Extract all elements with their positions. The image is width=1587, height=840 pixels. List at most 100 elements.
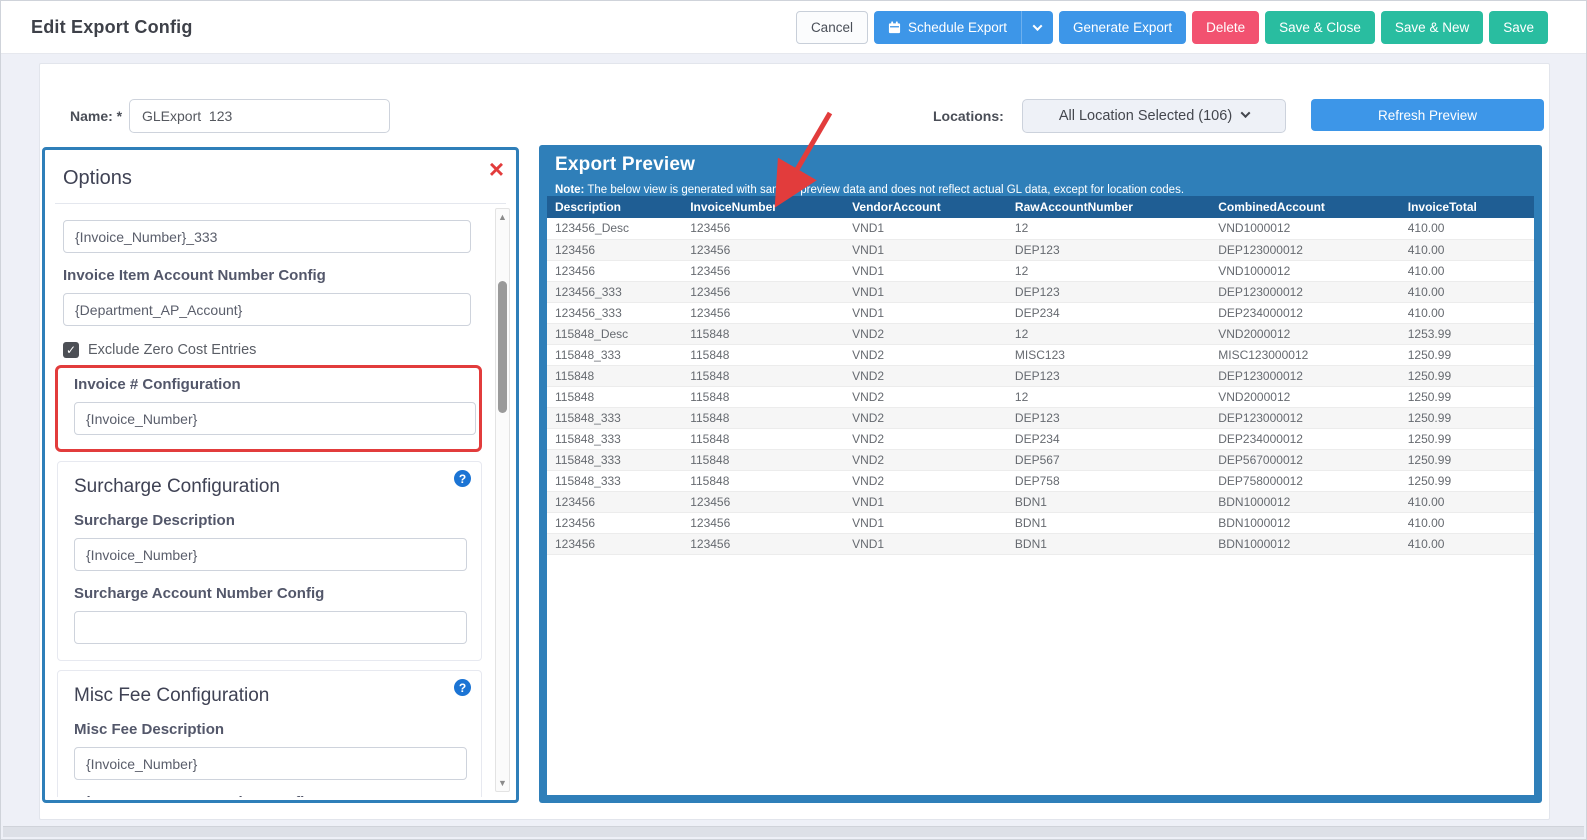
table-cell: 410.00 — [1400, 281, 1534, 302]
schedule-export-caret-button[interactable] — [1021, 11, 1053, 44]
table-cell: 115848 — [682, 470, 844, 491]
table-cell: VND1 — [844, 533, 1007, 554]
cancel-button[interactable]: Cancel — [796, 11, 868, 44]
options-panel-title: Options — [63, 167, 132, 190]
action-buttons: Cancel Schedule Export Generate Export D… — [796, 11, 1548, 44]
table-row[interactable]: 123456123456VND1DEP123DEP123000012410.00 — [547, 239, 1534, 260]
table-cell: DEP123000012 — [1210, 407, 1400, 428]
invoice-config-input[interactable] — [74, 402, 476, 435]
table-column-header[interactable]: Description — [547, 196, 682, 218]
schedule-export-split-button: Schedule Export — [874, 11, 1053, 44]
table-column-header[interactable]: CombinedAccount — [1210, 196, 1400, 218]
surcharge-description-input[interactable] — [74, 538, 467, 571]
table-cell: 1250.99 — [1400, 428, 1534, 449]
table-cell: 123456_333 — [547, 302, 682, 323]
table-column-header[interactable]: InvoiceNumber — [682, 196, 844, 218]
locations-dropdown[interactable]: All Location Selected (106) — [1022, 99, 1286, 133]
table-row[interactable]: 123456_Desc123456VND112VND1000012410.00 — [547, 218, 1534, 239]
table-cell: VND2 — [844, 344, 1007, 365]
table-row[interactable]: 115848_333115848VND2DEP234DEP23400001212… — [547, 428, 1534, 449]
options-scrollbar[interactable]: ▲ ▼ — [495, 208, 510, 792]
table-cell: 115848 — [547, 386, 682, 407]
table-column-header[interactable]: VendorAccount — [844, 196, 1007, 218]
surcharge-description-label: Surcharge Description — [74, 512, 465, 529]
table-cell: 123456 — [547, 533, 682, 554]
name-input[interactable] — [129, 99, 390, 133]
table-row[interactable]: 115848115848VND212VND20000121250.99 — [547, 386, 1534, 407]
help-icon[interactable]: ? — [454, 470, 471, 487]
table-cell: VND1 — [844, 281, 1007, 302]
table-cell: VND1 — [844, 512, 1007, 533]
exclude-zero-cost-row: ✓ Exclude Zero Cost Entries — [63, 342, 488, 358]
delete-button[interactable]: Delete — [1192, 11, 1259, 44]
table-row[interactable]: 123456123456VND112VND1000012410.00 — [547, 260, 1534, 281]
table-cell: 115848_333 — [547, 344, 682, 365]
generate-export-button[interactable]: Generate Export — [1059, 11, 1186, 44]
table-row[interactable]: 115848_333115848VND2DEP123DEP12300001212… — [547, 407, 1534, 428]
save-and-close-button[interactable]: Save & Close — [1265, 11, 1375, 44]
table-cell: DEP567000012 — [1210, 449, 1400, 470]
export-preview-panel: Export Preview Note: The below view is g… — [539, 145, 1542, 803]
table-cell: VND1 — [844, 491, 1007, 512]
surcharge-configuration-section: ? Surcharge Configuration Surcharge Desc… — [57, 461, 482, 661]
table-row[interactable]: 123456_333123456VND1DEP123DEP12300001241… — [547, 281, 1534, 302]
table-row[interactable]: 115848_333115848VND2DEP758DEP75800001212… — [547, 470, 1534, 491]
table-cell: 115848 — [682, 428, 844, 449]
table-row[interactable]: 123456123456VND1BDN1BDN1000012410.00 — [547, 491, 1534, 512]
table-column-header[interactable]: RawAccountNumber — [1007, 196, 1210, 218]
table-cell: 115848_333 — [547, 449, 682, 470]
table-row[interactable]: 115848_Desc115848VND212VND20000121253.99 — [547, 323, 1534, 344]
table-cell: 115848 — [682, 344, 844, 365]
table-row[interactable]: 123456123456VND1BDN1BDN1000012410.00 — [547, 512, 1534, 533]
main-content: Name: * Locations: All Location Selected… — [39, 63, 1550, 820]
table-cell: MISC123000012 — [1210, 344, 1400, 365]
invoice-item-account-input[interactable] — [63, 293, 471, 326]
table-cell: 123456 — [682, 281, 844, 302]
table-row[interactable]: 115848_333115848VND2DEP567DEP56700001212… — [547, 449, 1534, 470]
table-cell: 115848_333 — [547, 428, 682, 449]
table-cell: 115848_Desc — [547, 323, 682, 344]
table-row[interactable]: 115848115848VND2DEP123DEP1230000121250.9… — [547, 365, 1534, 386]
invoice-description-config-input[interactable] — [63, 220, 471, 253]
table-cell: 115848 — [682, 323, 844, 344]
table-row[interactable]: 123456123456VND1BDN1BDN1000012410.00 — [547, 533, 1534, 554]
table-cell: 410.00 — [1400, 239, 1534, 260]
table-cell: 123456 — [682, 512, 844, 533]
table-cell: 1250.99 — [1400, 449, 1534, 470]
table-cell: VND2 — [844, 428, 1007, 449]
bottom-scrollbar-strip[interactable] — [3, 826, 1584, 837]
table-cell: VND2 — [844, 365, 1007, 386]
save-and-new-button[interactable]: Save & New — [1381, 11, 1483, 44]
table-column-header[interactable]: InvoiceTotal — [1400, 196, 1534, 218]
table-cell: VND1000012 — [1210, 218, 1400, 239]
misc-fee-description-input[interactable] — [74, 747, 467, 780]
scroll-up-icon[interactable]: ▲ — [496, 209, 509, 225]
table-cell: 12 — [1007, 218, 1210, 239]
help-icon[interactable]: ? — [454, 679, 471, 696]
scrollbar-thumb[interactable] — [498, 281, 507, 413]
table-cell: MISC123 — [1007, 344, 1210, 365]
table-cell: 1250.99 — [1400, 386, 1534, 407]
table-cell: DEP567 — [1007, 449, 1210, 470]
schedule-export-button[interactable]: Schedule Export — [874, 11, 1021, 44]
refresh-preview-button[interactable]: Refresh Preview — [1311, 99, 1544, 131]
table-cell: 1250.99 — [1400, 365, 1534, 386]
table-cell: 123456_Desc — [547, 218, 682, 239]
exclude-zero-cost-checkbox[interactable]: ✓ — [63, 342, 79, 358]
table-cell: 115848 — [682, 365, 844, 386]
table-cell: 115848_333 — [547, 407, 682, 428]
table-cell: 410.00 — [1400, 491, 1534, 512]
table-cell: 410.00 — [1400, 533, 1534, 554]
surcharge-account-input[interactable] — [74, 611, 467, 644]
close-icon[interactable]: × — [489, 154, 504, 185]
table-row[interactable]: 115848_333115848VND2MISC123MISC123000012… — [547, 344, 1534, 365]
table-row[interactable]: 123456_333123456VND1DEP234DEP23400001241… — [547, 302, 1534, 323]
table-cell: 115848 — [682, 449, 844, 470]
table-cell: VND2 — [844, 323, 1007, 344]
scroll-down-icon[interactable]: ▼ — [496, 775, 509, 791]
misc-fee-section-title: Misc Fee Configuration — [74, 685, 465, 707]
name-label: Name: * — [70, 108, 122, 124]
table-cell: 123456_333 — [547, 281, 682, 302]
save-button[interactable]: Save — [1489, 11, 1548, 44]
table-cell: DEP123 — [1007, 239, 1210, 260]
